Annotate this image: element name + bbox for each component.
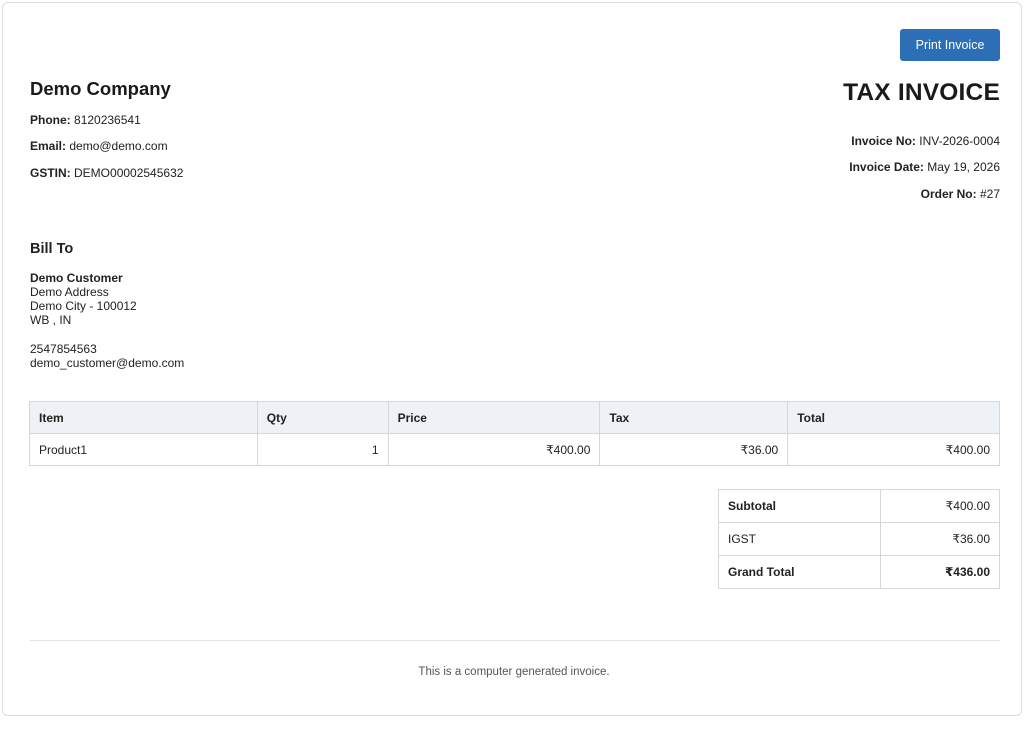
invoice-date: Invoice Date: May 19, 2026 (849, 160, 1000, 174)
cell-tax: ₹36.00 (599, 433, 789, 466)
cell-item: Product1 (29, 433, 258, 466)
email-label: Email: (30, 139, 67, 153)
column-header-qty: Qty (256, 401, 389, 434)
items-header-row: Item Qty Price Tax Total (29, 401, 1000, 434)
company-name: Demo Company (30, 78, 171, 99)
grand-total-value: ₹436.00 (880, 555, 1000, 589)
column-header-total: Total (787, 401, 1000, 434)
footer-note: This is a computer generated invoice. (418, 666, 610, 678)
company-email: Email: demo@demo.com (30, 139, 168, 153)
customer-name: Demo Customer (30, 271, 123, 285)
bill-to-contact: 2547854563 demo_customer@demo.com (30, 342, 184, 370)
subtotal-value: ₹400.00 (880, 489, 1000, 523)
invoice-date-value: May 19, 2026 (927, 160, 1000, 174)
table-row: Product1 1 ₹400.00 ₹36.00 ₹400.00 (29, 433, 1000, 466)
subtotal-label: Subtotal (717, 489, 882, 523)
order-number-label: Order No: (920, 187, 977, 201)
company-gstin: GSTIN: DEMO00002545632 (30, 166, 183, 180)
order-number-value: #27 (979, 187, 1000, 201)
gstin-label: GSTIN: (30, 166, 71, 180)
cell-price: ₹400.00 (387, 433, 601, 466)
company-phone: Phone: 8120236541 (30, 113, 141, 127)
phone-value: 8120236541 (74, 113, 141, 127)
order-number: Order No: #27 (921, 187, 1000, 201)
igst-row: IGST ₹36.00 (717, 522, 1000, 556)
customer-email: demo_customer@demo.com (30, 356, 185, 370)
phone-label: Phone: (30, 113, 71, 127)
items-table: Item Qty Price Tax Total Product1 1 ₹400… (29, 401, 1000, 466)
invoice-number-value: INV-2026-0004 (919, 134, 1000, 148)
subtotal-row: Subtotal ₹400.00 (717, 489, 1000, 523)
cell-total: ₹400.00 (787, 433, 1000, 466)
bill-to-heading: Bill To (30, 241, 74, 257)
totals-table: Subtotal ₹400.00 IGST ₹36.00 Grand Total… (717, 489, 1000, 589)
customer-region: WB , IN (30, 313, 72, 327)
customer-city: Demo City - 100012 (30, 299, 137, 313)
igst-label: IGST (717, 522, 882, 556)
customer-address: Demo Address (30, 285, 109, 299)
gstin-value: DEMO00002545632 (74, 166, 184, 180)
email-value: demo@demo.com (69, 139, 168, 153)
footer-divider (30, 640, 1000, 641)
grand-total-row: Grand Total ₹436.00 (717, 555, 1000, 589)
column-header-price: Price (387, 401, 601, 434)
customer-phone: 2547854563 (30, 342, 97, 356)
invoice-date-label: Invoice Date: (849, 160, 924, 174)
column-header-tax: Tax (599, 401, 789, 434)
invoice-number-label: Invoice No: (851, 134, 916, 148)
invoice-title: TAX INVOICE (843, 79, 1000, 106)
grand-total-label: Grand Total (717, 555, 882, 589)
cell-qty: 1 (256, 433, 389, 466)
igst-value: ₹36.00 (880, 522, 1000, 556)
bill-to-address: Demo Customer Demo Address Demo City - 1… (30, 271, 137, 327)
print-invoice-button[interactable]: Print Invoice (900, 29, 1000, 61)
invoice-number: Invoice No: INV-2026-0004 (851, 134, 1000, 148)
column-header-item: Item (29, 401, 258, 434)
